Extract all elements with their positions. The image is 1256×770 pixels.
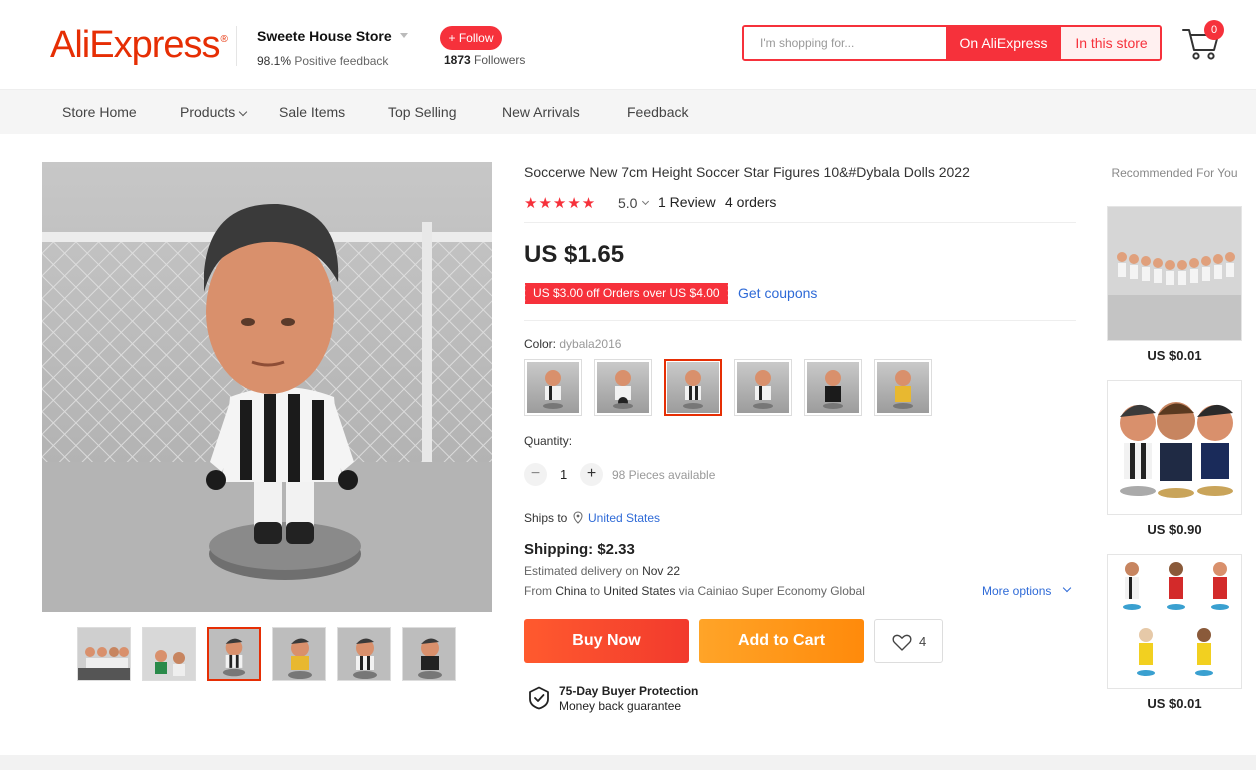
aliexpress-logo[interactable]: AliExpress® bbox=[50, 24, 228, 67]
search-input[interactable] bbox=[744, 27, 946, 59]
recommended-item-price[interactable]: US $0.01 bbox=[1107, 348, 1242, 363]
product-price: US $1.65 bbox=[524, 241, 625, 268]
product-title: Soccerwe New 7cm Height Soccer Star Figu… bbox=[524, 164, 970, 180]
divider bbox=[524, 222, 1076, 223]
shield-check-icon bbox=[529, 686, 549, 710]
nav-products[interactable]: Products bbox=[180, 104, 248, 120]
search-in-store-button[interactable]: In this store bbox=[1061, 27, 1160, 59]
recommended-item-price[interactable]: US $0.01 bbox=[1107, 696, 1242, 711]
coupon-badge: US $3.00 off Orders over US $4.00 bbox=[523, 283, 730, 304]
nav-feedback[interactable]: Feedback bbox=[627, 104, 688, 120]
nav-sale-items[interactable]: Sale Items bbox=[279, 104, 345, 120]
color-label: Color: dybala2016 bbox=[524, 337, 622, 351]
buyer-protection-subtitle: Money back guarantee bbox=[559, 699, 682, 713]
gallery-thumb[interactable] bbox=[272, 627, 326, 681]
location-pin-icon bbox=[573, 511, 583, 524]
rating-value[interactable]: 5.0 bbox=[618, 195, 637, 211]
quantity-decrease-button[interactable]: − bbox=[524, 463, 547, 486]
get-coupons-link[interactable]: Get coupons bbox=[738, 285, 817, 301]
recommended-item-image[interactable] bbox=[1107, 380, 1242, 515]
divider bbox=[524, 320, 1076, 321]
rating-stars: ★★★★★ bbox=[524, 195, 597, 212]
gallery-thumb[interactable] bbox=[337, 627, 391, 681]
follow-button[interactable]: + Follow bbox=[440, 26, 502, 50]
recommended-item-price[interactable]: US $0.90 bbox=[1107, 522, 1242, 537]
pieces-available: 98 Pieces available bbox=[612, 468, 716, 482]
color-swatch[interactable] bbox=[734, 359, 792, 416]
heart-icon bbox=[892, 634, 912, 651]
ships-to-label: Ships to bbox=[524, 511, 568, 525]
color-swatch[interactable] bbox=[804, 359, 862, 416]
buy-now-button[interactable]: Buy Now bbox=[524, 619, 689, 663]
header: AliExpress® Sweete House Store 98.1% Pos… bbox=[0, 0, 1256, 90]
buyer-protection-title: 75-Day Buyer Protection bbox=[559, 684, 699, 698]
quantity-label: Quantity: bbox=[524, 434, 573, 448]
color-swatch-selected[interactable] bbox=[664, 359, 722, 416]
gallery-thumb-selected[interactable] bbox=[207, 627, 261, 681]
footer-band bbox=[0, 755, 1256, 770]
store-feedback: 98.1% Positive feedback bbox=[257, 54, 389, 68]
store-nav: Store Home Products Sale Items Top Selli… bbox=[0, 90, 1256, 134]
cart-count-badge: 0 bbox=[1204, 20, 1224, 40]
nav-new-arrivals[interactable]: New Arrivals bbox=[502, 104, 580, 120]
followers-count: 1873 Followers bbox=[444, 53, 526, 67]
more-options-link[interactable]: More options bbox=[982, 584, 1051, 598]
order-count: 4 orders bbox=[725, 194, 777, 210]
search-bar: On AliExpress In this store bbox=[742, 25, 1162, 61]
color-swatch[interactable] bbox=[874, 359, 932, 416]
chevron-down-icon[interactable] bbox=[1062, 583, 1072, 593]
chevron-down-icon[interactable] bbox=[641, 197, 650, 206]
header-divider bbox=[236, 26, 237, 66]
search-on-aliexpress-button[interactable]: On AliExpress bbox=[946, 27, 1061, 59]
gallery-thumb[interactable] bbox=[77, 627, 131, 681]
gallery-thumb[interactable] bbox=[142, 627, 196, 681]
chevron-down-icon bbox=[239, 107, 248, 117]
recommended-item-image[interactable] bbox=[1107, 206, 1242, 341]
review-count[interactable]: 1 Review bbox=[658, 194, 716, 210]
estimated-delivery: Estimated delivery on Nov 22 bbox=[524, 564, 681, 578]
wishlist-button[interactable] bbox=[874, 619, 943, 663]
store-name[interactable]: Sweete House Store bbox=[257, 28, 392, 44]
store-dropdown-caret-icon[interactable] bbox=[400, 33, 408, 38]
nav-top-selling[interactable]: Top Selling bbox=[388, 104, 457, 120]
add-to-cart-button[interactable]: Add to Cart bbox=[699, 619, 864, 663]
quantity-input[interactable]: 1 bbox=[560, 467, 567, 482]
gallery-thumb[interactable] bbox=[402, 627, 456, 681]
shipping-price: Shipping: $2.33 bbox=[524, 541, 635, 558]
ships-to-country-link[interactable]: United States bbox=[588, 511, 660, 525]
recommended-title: Recommended For You bbox=[1111, 166, 1238, 180]
nav-store-home[interactable]: Store Home bbox=[62, 104, 137, 120]
recommended-item-image[interactable] bbox=[1107, 554, 1242, 689]
wishlist-count: 4 bbox=[919, 634, 927, 649]
color-swatch[interactable] bbox=[594, 359, 652, 416]
shipping-route: From China to United States via Cainiao … bbox=[524, 584, 865, 598]
main-product-image[interactable] bbox=[42, 162, 492, 612]
color-swatch[interactable] bbox=[524, 359, 582, 416]
quantity-increase-button[interactable]: + bbox=[580, 463, 603, 486]
